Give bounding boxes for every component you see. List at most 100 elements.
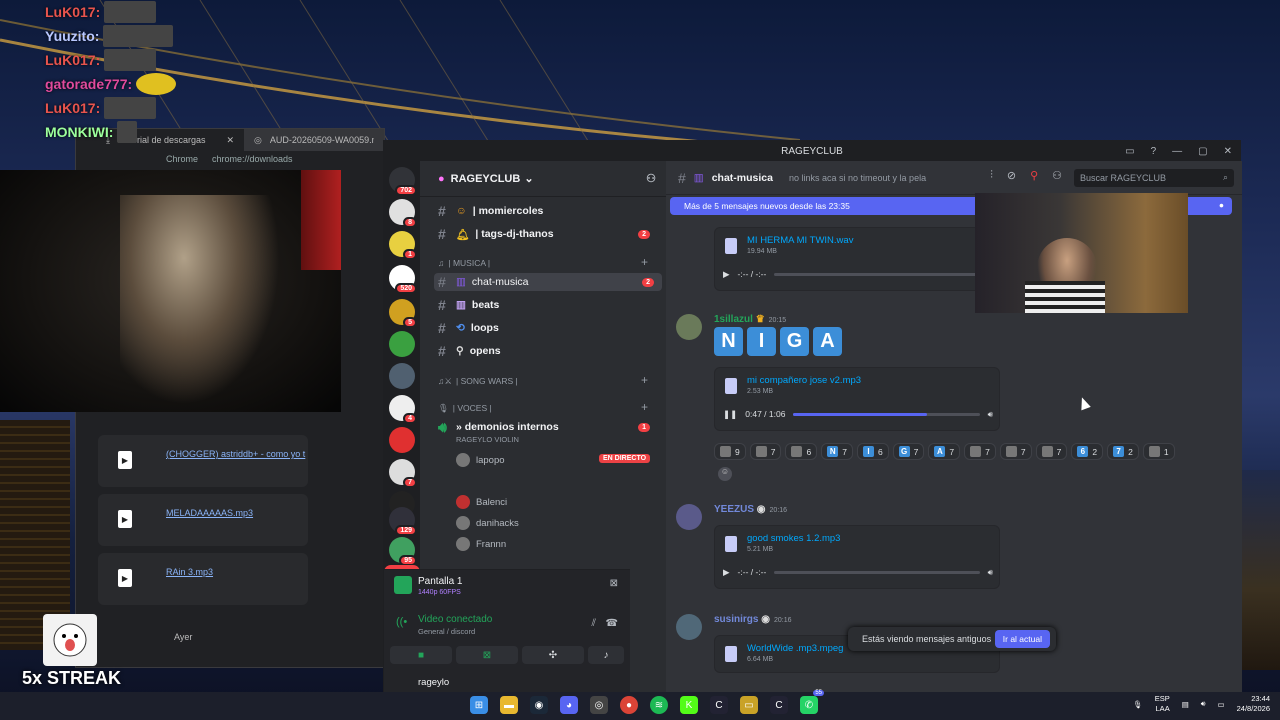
steam-icon[interactable]: ◉ <box>530 696 548 714</box>
pin-icon[interactable]: ⚲ <box>1030 169 1038 182</box>
stop-stream-icon[interactable]: ⊠ <box>610 578 618 589</box>
message-author[interactable]: 1sillazul ♛ 20:15 <box>714 314 786 325</box>
ccleaner-icon[interactable]: C <box>770 696 788 714</box>
server-icon[interactable]: 7 <box>389 459 417 488</box>
message-author[interactable]: YEEZUS ◉ 20:16 <box>714 504 787 515</box>
inbox-icon[interactable]: ▭ <box>1125 146 1134 157</box>
mic-icon[interactable]: 🎙︎ <box>1133 700 1143 709</box>
reaction-chip[interactable]: 9 <box>714 443 746 460</box>
avatar[interactable] <box>676 614 702 640</box>
message-author[interactable]: susinirgs ◉ 20:16 <box>714 614 792 625</box>
audio-attachment[interactable]: mi compañero jose v2.mp3 2.53 MB ❚❚ 0:47… <box>714 367 1000 431</box>
voice-channel-demonios[interactable]: 🔊︎ » demonios internos 1 <box>438 418 658 436</box>
server-icon[interactable]: 5 <box>389 299 417 328</box>
server-header[interactable]: ● RAGEYCLUB ⌄ ⚇ <box>420 161 666 197</box>
spotify-icon[interactable]: ≋ <box>650 696 668 714</box>
mark-read-icon[interactable]: ● <box>1219 200 1224 210</box>
screen-share-button[interactable]: ⊠ <box>456 646 518 664</box>
category-musica[interactable]: ♫ | MUSICA | + <box>438 255 648 269</box>
voice-user[interactable]: Frannn <box>456 535 656 553</box>
clock[interactable]: 23:44 24/8/2026 <box>1237 694 1270 714</box>
category-voces[interactable]: 🎙︎ | VOCES | + <box>438 400 648 414</box>
voice-user[interactable]: Balenci <box>456 493 656 511</box>
app-icon[interactable]: ▭ <box>740 696 758 714</box>
download-link[interactable]: (CHOGGER) astriddb+ - como yo t <box>166 449 305 459</box>
server-icon[interactable]: 129 <box>389 507 417 536</box>
maximize-icon[interactable]: ▢ <box>1198 146 1207 157</box>
add-channel-icon[interactable]: + <box>641 255 648 269</box>
noise-suppression-icon[interactable]: ⫽ <box>592 618 596 629</box>
reaction-chip[interactable]: 72 <box>1107 443 1139 460</box>
reaction-chip[interactable]: 7 <box>1035 443 1068 460</box>
help-icon[interactable]: ? <box>1151 146 1157 157</box>
reaction-chip[interactable]: 62 <box>1071 443 1104 460</box>
avatar[interactable] <box>676 504 702 530</box>
avatar[interactable] <box>676 314 702 340</box>
play-icon[interactable]: ▶ <box>723 567 730 578</box>
voice-user[interactable]: danihacks <box>456 514 656 532</box>
soundboard-button[interactable]: ♪ <box>588 646 624 664</box>
play-icon[interactable]: ▶ <box>723 269 730 280</box>
add-channel-icon[interactable]: + <box>641 400 648 414</box>
ccleaner-icon[interactable]: C <box>710 696 728 714</box>
channel-beats[interactable]: # ▥ beats <box>438 296 658 314</box>
add-reaction-icon[interactable]: ☺ <box>718 467 732 481</box>
channel-momiercoles[interactable]: # ☺ | momiercoles <box>438 202 658 220</box>
reaction-chip[interactable]: 7 <box>749 443 782 460</box>
whatsapp-icon[interactable]: ✆ 55 <box>800 690 824 714</box>
close-icon[interactable]: ✕ <box>1224 146 1232 157</box>
attachment-filename[interactable]: WorldWide .mp3.mpeg <box>747 643 843 654</box>
file-explorer-icon[interactable]: ▬ <box>500 696 518 714</box>
battery-icon[interactable]: ▭ <box>1218 700 1225 709</box>
audio-attachment[interactable]: good smokes 1.2.mp3 5.21 MB ▶ -:-- / -:-… <box>714 525 1000 589</box>
audio-progress[interactable] <box>774 570 980 574</box>
category-song-wars[interactable]: ♫⚔ | SONG WARS | + <box>438 373 648 387</box>
attachment-filename[interactable]: mi compañero jose v2.mp3 <box>747 375 861 386</box>
reaction-chip[interactable]: 1 <box>1142 443 1175 460</box>
download-item[interactable]: ▶ MELADAAAAAS.mp3 <box>98 494 308 546</box>
user-panel[interactable]: rageylo <box>384 677 630 693</box>
server-icon[interactable] <box>389 363 415 389</box>
members-icon[interactable]: ⚇ <box>1052 169 1062 182</box>
channel-opens[interactable]: # ⚲ opens <box>438 342 658 360</box>
reaction-chip[interactable]: 7 <box>999 443 1032 460</box>
volume-icon[interactable]: 🔊︎ <box>988 567 993 578</box>
search-input[interactable]: Buscar RAGEYCLUB ⌕ <box>1074 169 1234 187</box>
server-icon[interactable]: 8 <box>389 199 417 228</box>
windows-start-icon[interactable]: ⊞ <box>470 696 488 714</box>
server-icon[interactable] <box>389 427 415 453</box>
server-icon[interactable]: 95 <box>389 537 417 566</box>
add-member-icon[interactable]: ⚇ <box>646 172 656 185</box>
channel-chat-musica[interactable]: # ▥ chat-musica 2 <box>434 273 662 291</box>
channel-topic[interactable]: no links aca si no timeout y la pela <box>789 173 926 183</box>
download-link[interactable]: MELADAAAAAS.mp3 <box>166 508 253 518</box>
pause-icon[interactable]: ❚❚ <box>723 409 737 420</box>
chrome-icon[interactable]: ● <box>620 696 638 714</box>
reaction-chip[interactable]: A7 <box>928 443 961 460</box>
download-item[interactable]: ▶ (CHOGGER) astriddb+ - como yo t <box>98 435 308 487</box>
audio-progress[interactable] <box>793 412 980 416</box>
activities-button[interactable]: ✣ <box>522 646 584 664</box>
download-link[interactable]: RAin 3.mp3 <box>166 567 213 577</box>
jump-to-present-button[interactable]: Ir al actual <box>994 630 1050 648</box>
attachment-filename[interactable]: good smokes 1.2.mp3 <box>747 533 840 544</box>
reaction-chip[interactable]: I6 <box>856 443 889 460</box>
obs-icon[interactable]: ◎ <box>590 696 608 714</box>
minimize-icon[interactable]: — <box>1172 146 1182 157</box>
network-icon[interactable]: ▤ <box>1182 700 1189 709</box>
server-icon[interactable]: 520 <box>389 265 417 294</box>
download-item[interactable]: ▶ RAin 3.mp3 <box>98 553 308 605</box>
discord-icon[interactable]: ◕ <box>560 696 578 714</box>
attachment-filename[interactable]: MI HERMA MI TWIN.wav <box>747 235 853 246</box>
kick-icon[interactable]: K <box>680 696 698 714</box>
channel-tags-dj-thanos[interactable]: # 🔔︎ | tags-dj-thanos 2 <box>438 225 658 243</box>
server-icon[interactable]: 4 <box>389 395 417 424</box>
reaction-chip[interactable]: N7 <box>821 443 853 460</box>
volume-icon[interactable]: 🔊︎ <box>988 409 993 420</box>
server-icon[interactable] <box>389 331 415 357</box>
server-icon[interactable]: 1 <box>389 231 417 260</box>
chrome-tab-audio[interactable]: ◎ AUD-20260509-WA0059.mp3 <box>244 129 384 151</box>
mute-icon[interactable]: ⊘ <box>1007 169 1016 182</box>
camera-button[interactable]: ■ <box>390 646 452 664</box>
audio-progress[interactable] <box>774 272 993 276</box>
